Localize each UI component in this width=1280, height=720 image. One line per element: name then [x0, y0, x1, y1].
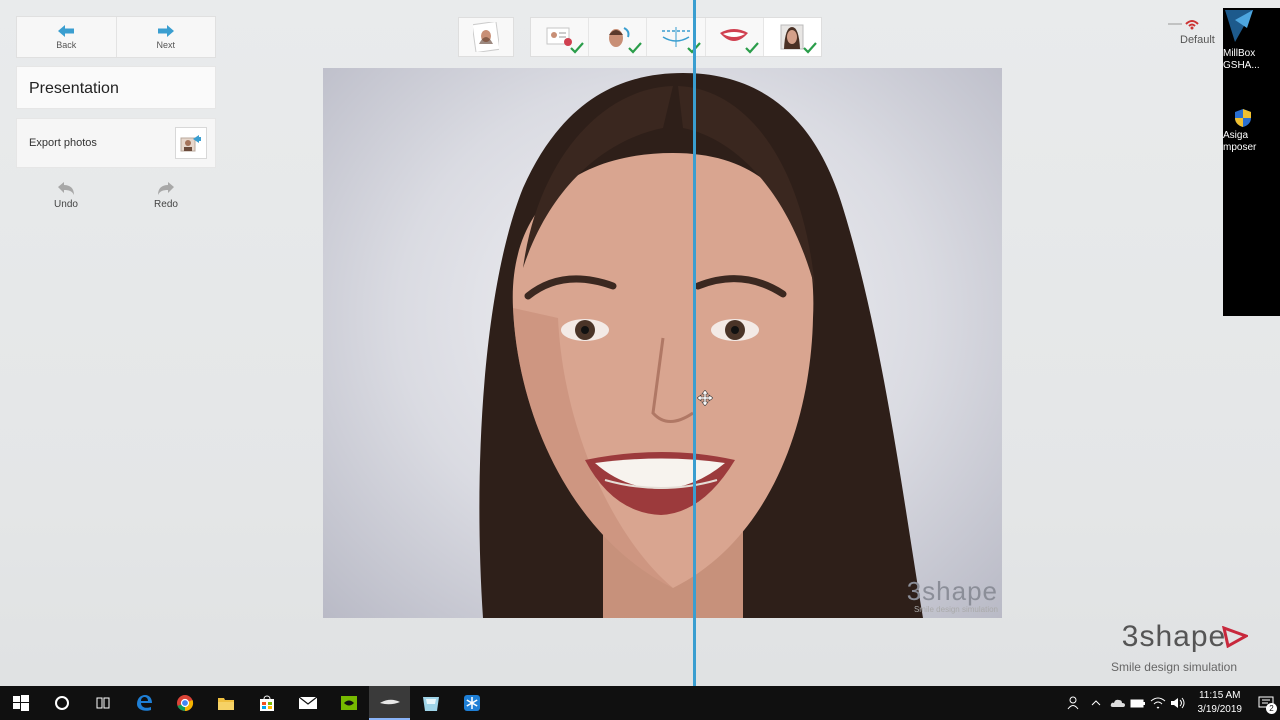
step-presentation[interactable] — [763, 18, 822, 56]
check-icon — [570, 42, 585, 54]
shield-icon — [1235, 109, 1251, 127]
snowflake-app-button[interactable] — [451, 686, 492, 720]
next-button[interactable]: Next — [115, 17, 216, 57]
next-label: Next — [156, 39, 175, 50]
back-button[interactable]: Back — [17, 17, 116, 57]
nvidia-icon — [340, 696, 357, 710]
redo-label: Redo — [154, 199, 178, 210]
task-view-button[interactable] — [82, 686, 123, 720]
people-icon — [1067, 696, 1078, 710]
millbox-app-icon[interactable] — [1223, 8, 1255, 44]
photo-watermark-brand: 3shape — [906, 576, 998, 606]
undo-button[interactable]: Undo — [16, 176, 116, 216]
export-photos-row[interactable]: Export photos — [16, 118, 216, 168]
taskbar: 11:15 AM 3/19/2019 2 — [0, 686, 1280, 720]
volume-button[interactable] — [1168, 686, 1188, 720]
export-photo-icon — [180, 135, 201, 152]
export-photos-button[interactable] — [175, 127, 207, 159]
clock-time: 11:15 AM — [1198, 690, 1241, 701]
3shape-app-button[interactable] — [369, 686, 410, 720]
portrait-illustration — [479, 73, 923, 618]
panel-title: Presentation — [16, 66, 216, 109]
edge-icon — [136, 695, 152, 711]
wifi-button[interactable] — [1148, 686, 1168, 720]
wifi-icon — [1150, 697, 1165, 709]
system-tray: 11:15 AM 3/19/2019 2 — [1064, 686, 1280, 720]
file-explorer-button[interactable] — [205, 686, 246, 720]
export-photos-label: Export photos — [29, 137, 97, 149]
back-arrow-icon — [58, 24, 75, 37]
move-cursor-icon — [697, 390, 713, 406]
nvidia-button[interactable] — [328, 686, 369, 720]
tooth-box-icon — [422, 697, 439, 711]
edge-browser-button[interactable] — [123, 686, 164, 720]
check-icon — [803, 42, 817, 54]
clock-date: 3/19/2019 — [1197, 704, 1243, 715]
portrait-thumbnail-icon — [473, 22, 499, 52]
check-icon — [628, 42, 643, 54]
step-teeth-design[interactable] — [706, 18, 764, 56]
cloud-icon — [1110, 699, 1125, 707]
patient-photo[interactable]: 3shape Smile design simulation — [323, 68, 1002, 618]
mail-button[interactable] — [287, 686, 328, 720]
action-center-button[interactable]: 2 — [1252, 686, 1280, 720]
step-face-alignment[interactable] — [589, 18, 648, 56]
photo-watermark-subtitle: Smile design simulation — [913, 605, 998, 614]
undo-icon — [58, 182, 74, 195]
people-button[interactable] — [1064, 686, 1084, 720]
3shape-triangle-logo-icon — [1222, 626, 1248, 648]
default-label: Default — [1180, 34, 1215, 46]
battery-icon — [1130, 699, 1145, 708]
comparison-splitter[interactable] — [693, 0, 696, 686]
check-icon — [745, 42, 759, 54]
redo-button[interactable]: Redo — [116, 176, 216, 216]
3shape-app-icon — [379, 699, 400, 705]
chevron-up-icon — [1091, 700, 1100, 706]
battery-button[interactable] — [1128, 686, 1148, 720]
step-smile-line[interactable] — [647, 18, 706, 56]
speaker-icon — [1170, 697, 1184, 709]
search-button[interactable] — [41, 686, 82, 720]
presentation-portrait-icon — [780, 24, 804, 50]
snowflake-icon — [463, 695, 480, 711]
chrome-icon — [176, 695, 193, 712]
photo-watermark: 3shape Smile design simulation — [907, 576, 998, 614]
network-warning-icon — [1168, 20, 1199, 30]
mail-icon — [298, 696, 317, 709]
step-patient-info[interactable] — [531, 18, 590, 56]
task-view-icon — [96, 697, 109, 709]
workflow-steps — [530, 17, 822, 57]
step-import-photo[interactable] — [458, 17, 514, 57]
desktop-icons-strip: MillBox GSHA... Asiga mposer — [1223, 8, 1280, 316]
dental-app-button[interactable] — [410, 686, 451, 720]
start-button[interactable] — [0, 686, 41, 720]
undo-label: Undo — [54, 199, 78, 210]
folder-icon — [217, 698, 234, 710]
onedrive-button[interactable] — [1108, 686, 1128, 720]
millbox-app-label[interactable]: MillBox GSHA... — [1223, 48, 1260, 72]
notification-count: 2 — [1266, 703, 1277, 714]
cortana-circle-icon — [54, 696, 69, 710]
store-button[interactable] — [246, 686, 287, 720]
app-logo-subtitle: Smile design simulation — [1110, 660, 1238, 674]
next-arrow-icon — [157, 24, 174, 37]
taskbar-clock[interactable]: 11:15 AM 3/19/2019 — [1188, 689, 1253, 717]
store-bag-icon — [259, 695, 274, 711]
chrome-button[interactable] — [164, 686, 205, 720]
undo-redo-row: Undo Redo — [16, 176, 216, 216]
navigation-box: Back Next — [16, 16, 216, 58]
redo-icon — [158, 182, 174, 195]
show-hidden-icons-button[interactable] — [1084, 686, 1108, 720]
back-label: Back — [56, 39, 77, 50]
windows-logo-icon — [12, 695, 29, 711]
asiga-composer-label[interactable]: Asiga mposer — [1223, 130, 1256, 154]
